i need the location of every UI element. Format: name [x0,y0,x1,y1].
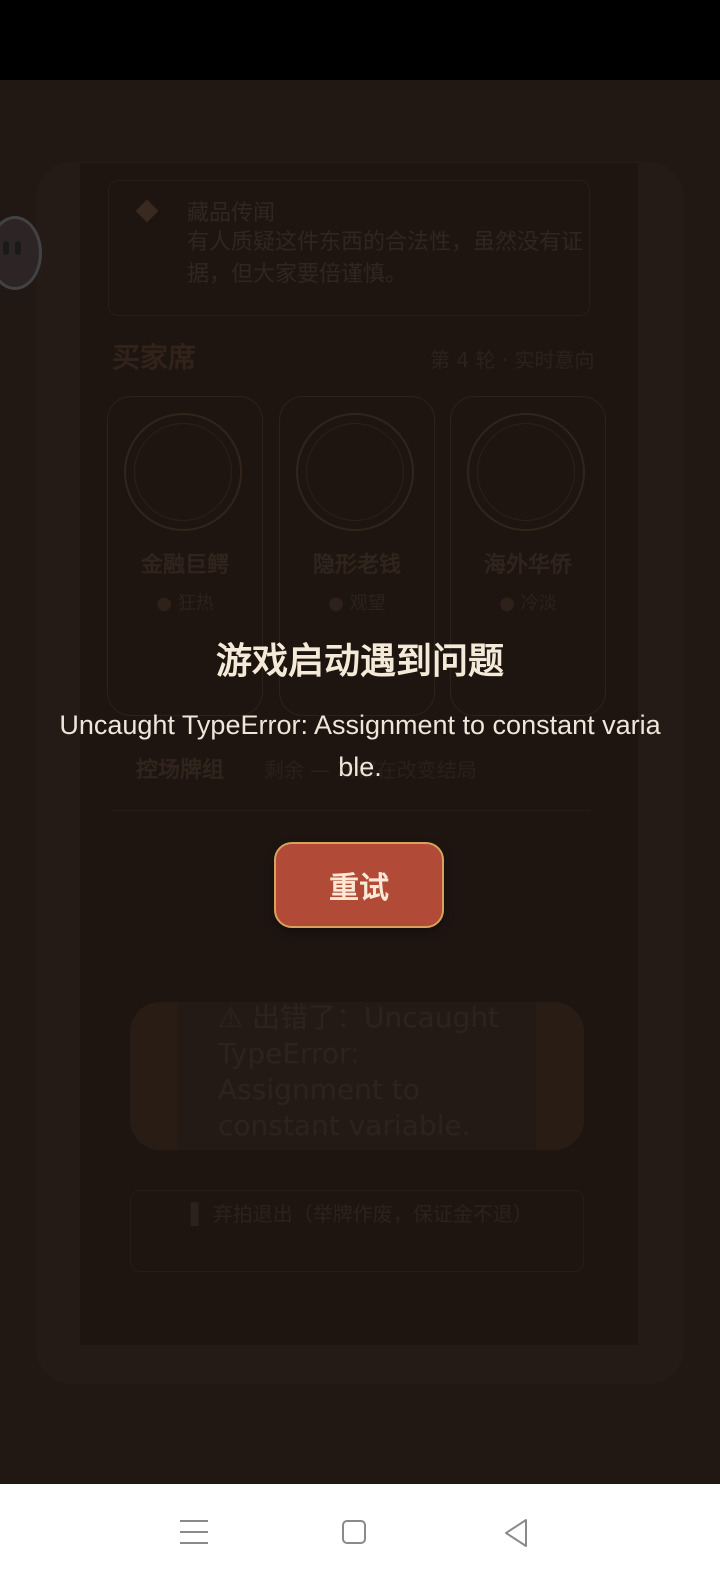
retry-button[interactable]: 重试 [274,842,444,928]
dialog-title: 游戏启动遇到问题 [215,641,504,682]
back-icon[interactable] [502,1518,530,1548]
menu-icon[interactable] [180,1520,208,1544]
home-icon[interactable] [342,1520,366,1544]
dialog-message: Uncaught TypeError: Assignment to consta… [59,710,661,782]
navigation-bar [0,1484,720,1584]
status-bar [0,0,720,80]
